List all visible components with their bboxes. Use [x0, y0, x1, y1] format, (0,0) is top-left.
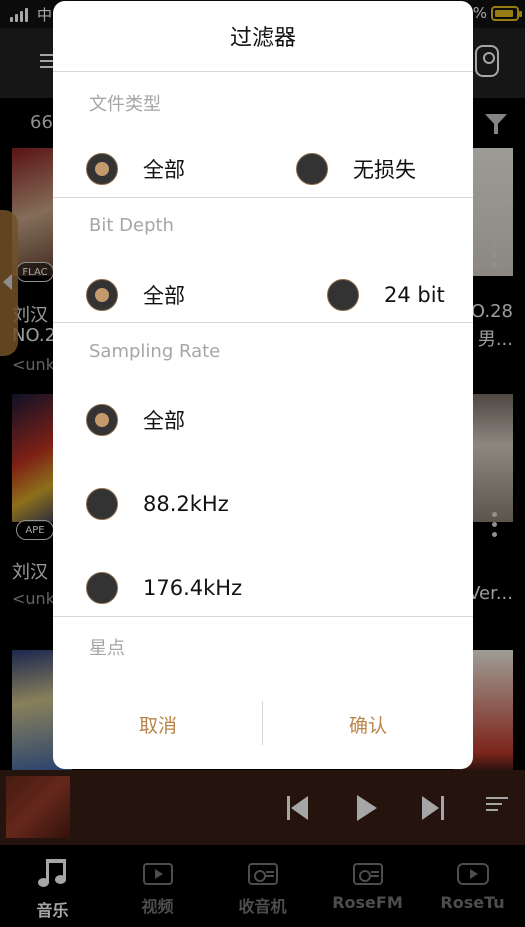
dialog-footer: 取消 确认	[53, 689, 473, 769]
dialog-title: 过滤器	[53, 1, 473, 72]
option-bit-depth-24[interactable]: 24 bit	[327, 279, 445, 311]
option-label: 无损失	[353, 158, 416, 182]
option-file-type-all[interactable]: 全部	[86, 153, 185, 185]
option-sampling-rate-all[interactable]: 全部	[86, 404, 185, 436]
section-header-sampling-rate: Sampling Rate	[89, 341, 221, 362]
divider	[53, 322, 473, 323]
cancel-button[interactable]: 取消	[53, 689, 263, 759]
radio-button[interactable]	[86, 572, 118, 604]
section-header-file-type: 文件类型	[89, 94, 161, 115]
radio-button[interactable]	[86, 488, 118, 520]
section-header-bit-depth: Bit Depth	[89, 215, 174, 236]
option-label: 24 bit	[384, 283, 445, 307]
option-sampling-rate-176k[interactable]: 176.4kHz	[86, 572, 242, 604]
radio-button[interactable]	[296, 153, 328, 185]
option-label: 88.2kHz	[143, 492, 229, 516]
option-label: 全部	[143, 409, 185, 433]
option-label: 176.4kHz	[143, 576, 243, 600]
radio-button[interactable]	[86, 153, 118, 185]
option-label: 全部	[143, 158, 185, 182]
radio-button[interactable]	[327, 279, 359, 311]
option-bit-depth-all[interactable]: 全部	[86, 279, 185, 311]
divider	[53, 197, 473, 198]
radio-button[interactable]	[86, 279, 118, 311]
section-header-star-rating: 星点	[89, 638, 125, 659]
confirm-button[interactable]: 确认	[263, 689, 473, 759]
divider	[53, 616, 473, 617]
filter-dialog: 过滤器 文件类型 全部 无损失 Bit Depth 全部 24 bit Samp…	[53, 1, 473, 769]
radio-button[interactable]	[86, 404, 118, 436]
option-label: 全部	[143, 284, 185, 308]
option-file-type-lossless[interactable]: 无损失	[296, 153, 416, 185]
option-sampling-rate-88k[interactable]: 88.2kHz	[86, 488, 229, 520]
